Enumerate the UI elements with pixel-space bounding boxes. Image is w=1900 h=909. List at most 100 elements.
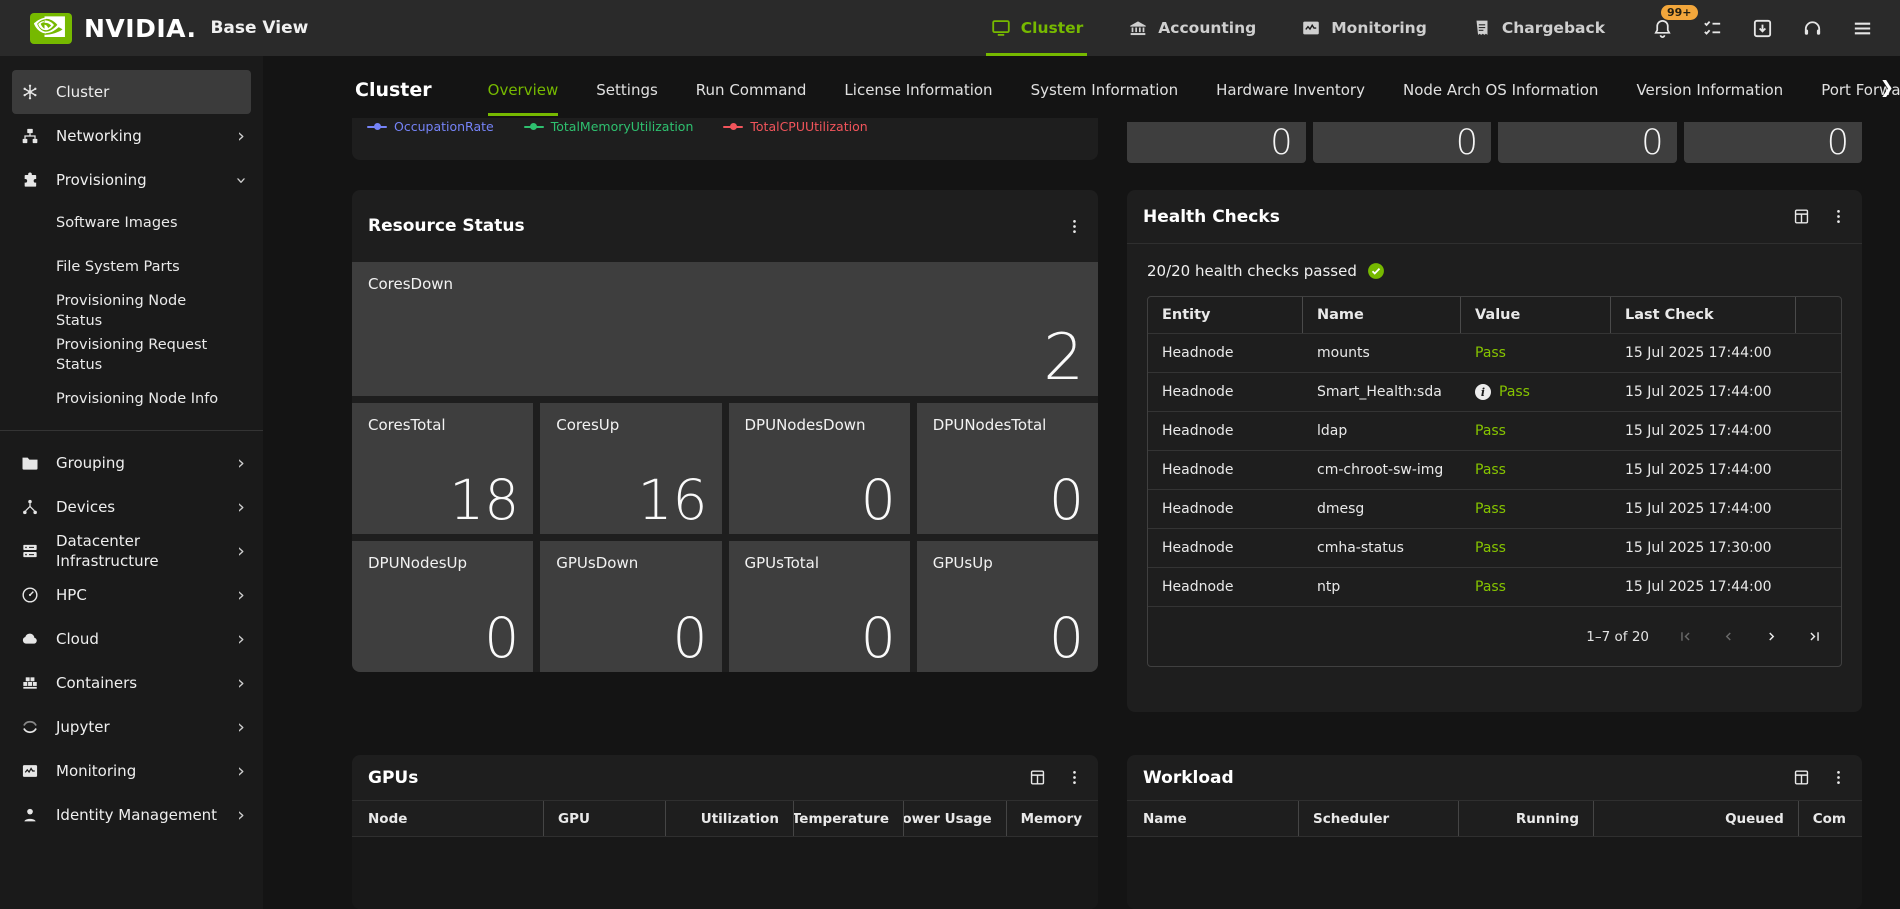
name-cell: ldap [1303, 423, 1461, 439]
sidebar-item-grouping[interactable]: Grouping › [0, 441, 263, 485]
tab-version-information[interactable]: Version Information [1636, 62, 1783, 118]
tile-value: 16 [638, 473, 708, 528]
previous-page-icon[interactable] [1720, 628, 1737, 645]
tasks-button[interactable] [1701, 17, 1724, 40]
legend-item-totalcpuutilization[interactable]: TotalCPUUtilization [723, 119, 867, 134]
tab-run-command[interactable]: Run Command [696, 62, 807, 118]
tile-value: 0 [861, 473, 896, 528]
gpus-table-header: Node GPU Utilization Temperature Power U… [352, 801, 1098, 837]
sidebar-item-cluster[interactable]: Cluster › [12, 70, 251, 114]
sidebar-item-cloud[interactable]: Cloud › [0, 617, 263, 661]
top-nav-accounting[interactable]: Accounting [1127, 0, 1256, 56]
metric-tile: 0 [1684, 122, 1863, 163]
health-check-row[interactable]: Headnode dmesg i Pass 15 Jul 2025 17:44:… [1148, 489, 1841, 528]
tab-hardware-inventory[interactable]: Hardware Inventory [1216, 62, 1365, 118]
sidebar-item-provisioning-node-status[interactable]: Provisioning Node Status › [0, 290, 263, 334]
health-check-row[interactable]: Headnode Smart_Health:sda i Pass 15 Jul … [1148, 372, 1841, 411]
kebab-menu-icon[interactable] [1829, 768, 1848, 787]
value-cell: i Pass [1461, 501, 1611, 517]
sidebar-item-label: Software Images [56, 214, 233, 234]
tile-value: 0 [861, 611, 896, 666]
sidebar-item-jupyter[interactable]: Jupyter › [0, 705, 263, 749]
gpus-card: GPUs Node GPU Utilization [352, 755, 1098, 909]
sidebar-item-containers[interactable]: Containers › [0, 661, 263, 705]
legend-item-occupationrate[interactable]: OccupationRate [367, 119, 494, 134]
tab-license-information[interactable]: License Information [844, 62, 992, 118]
top-nav-monitoring[interactable]: Monitoring [1300, 0, 1427, 56]
series-marker-icon [723, 126, 743, 128]
nav-label: Monitoring [1331, 19, 1427, 37]
sidebar-item-provisioning-request-status[interactable]: Provisioning Request Status › [0, 334, 263, 378]
table-view-icon[interactable] [1792, 768, 1811, 787]
top-nav-chargeback[interactable]: Chargeback [1471, 0, 1605, 56]
column-header: Entity [1148, 297, 1303, 333]
health-check-row[interactable]: Headnode mounts i Pass 15 Jul 2025 17:44… [1148, 333, 1841, 372]
table-view-icon[interactable] [1028, 768, 1047, 787]
cluster-icon [20, 82, 40, 102]
table-view-icon[interactable] [1792, 207, 1811, 226]
tile-label: GPUsUp [933, 554, 993, 572]
downloads-button[interactable] [1751, 17, 1774, 40]
card-title: GPUs [368, 768, 1028, 788]
kebab-menu-icon[interactable] [1829, 207, 1848, 226]
health-check-row[interactable]: Headnode cm-chroot-sw-img i Pass 15 Jul … [1148, 450, 1841, 489]
chevron-icon: › [233, 454, 249, 473]
tab-overview[interactable]: Overview [488, 62, 559, 118]
value-cell: i Pass [1461, 423, 1611, 439]
health-check-row[interactable]: Headnode ntp i Pass 15 Jul 2025 17:44:00 [1148, 567, 1841, 606]
sidebar-item-label: Provisioning Request Status [56, 336, 233, 375]
sidebar-item-provisioning-node-info[interactable]: Provisioning Node Info › [0, 378, 263, 422]
tile-label: DPUNodesTotal [933, 416, 1047, 434]
card-title: Workload [1143, 768, 1792, 788]
notification-badge: 99+ [1661, 5, 1698, 20]
chevron-icon: › [233, 127, 249, 146]
tab-settings[interactable]: Settings [596, 62, 658, 118]
tile-value: 0 [1049, 611, 1084, 666]
tile-gpusup: GPUsUp 0 [917, 541, 1098, 672]
sidebar-item-devices[interactable]: Devices › [0, 485, 263, 529]
notifications-button[interactable]: 99+ [1651, 17, 1674, 40]
sidebar-item-label: HPC [56, 585, 233, 605]
chevron-icon: › [233, 806, 249, 825]
health-check-row[interactable]: Headnode cmha-status i Pass 15 Jul 2025 … [1148, 528, 1841, 567]
top-nav-cluster[interactable]: Cluster [990, 0, 1084, 56]
info-icon[interactable]: i [1475, 384, 1491, 400]
sidebar-item-monitoring[interactable]: Monitoring › [0, 749, 263, 793]
sidebar-item-label: Identity Management [56, 805, 233, 825]
legend-item-totalmemoryutilization[interactable]: TotalMemoryUtilization [524, 119, 694, 134]
containers-icon [20, 673, 40, 693]
first-page-icon[interactable] [1677, 628, 1694, 645]
kebab-menu-icon[interactable] [1065, 768, 1084, 787]
health-checks-header: Health Checks [1127, 190, 1862, 244]
name-cell: cmha-status [1303, 540, 1461, 556]
menu-button[interactable] [1851, 17, 1874, 40]
tabs-overflow-chevron-icon[interactable]: ❯ [1880, 78, 1894, 98]
column-header: Com [1799, 801, 1860, 836]
next-page-icon[interactable] [1763, 628, 1780, 645]
sidebar-item-software-images[interactable]: Software Images › [0, 202, 263, 246]
last-page-icon[interactable] [1806, 628, 1823, 645]
sidebar-item-hpc[interactable]: HPC › [0, 573, 263, 617]
health-check-row[interactable]: Headnode ldap i Pass 15 Jul 2025 17:44:0… [1148, 411, 1841, 450]
resource-status-card: Resource Status CoresDown 2 CoresTotal 1… [352, 190, 1098, 672]
page-tabs: Overview Settings Run Command License In… [488, 62, 1900, 118]
sidebar-item-datacenter-infrastructure[interactable]: Datacenter Infrastructure › [0, 529, 263, 573]
tab-system-information[interactable]: System Information [1031, 62, 1179, 118]
support-button[interactable] [1801, 17, 1824, 40]
sidebar-item-label: File System Parts [56, 258, 233, 278]
pass-status: Pass [1475, 423, 1506, 439]
series-marker-icon [367, 126, 387, 128]
column-header: Queued [1594, 801, 1799, 836]
tile-label: GPUsTotal [745, 554, 820, 572]
sidebar-item-networking[interactable]: Networking › [0, 114, 263, 158]
metric-tile: 0 [1313, 122, 1492, 163]
sidebar-item-provisioning[interactable]: Provisioning › [0, 158, 263, 202]
tile-label: DPUNodesUp [368, 554, 467, 572]
sidebar-item-identity-management[interactable]: Identity Management › [0, 793, 263, 837]
kebab-menu-icon[interactable] [1065, 217, 1084, 236]
sidebar-item-file-system-parts[interactable]: File System Parts › [0, 246, 263, 290]
chevron-icon: › [233, 586, 249, 605]
sidebar: Cluster › Networking › Provisioning › So… [0, 56, 263, 909]
product-name: Base View [210, 18, 308, 38]
tab-node-arch-os-information[interactable]: Node Arch OS Information [1403, 62, 1598, 118]
